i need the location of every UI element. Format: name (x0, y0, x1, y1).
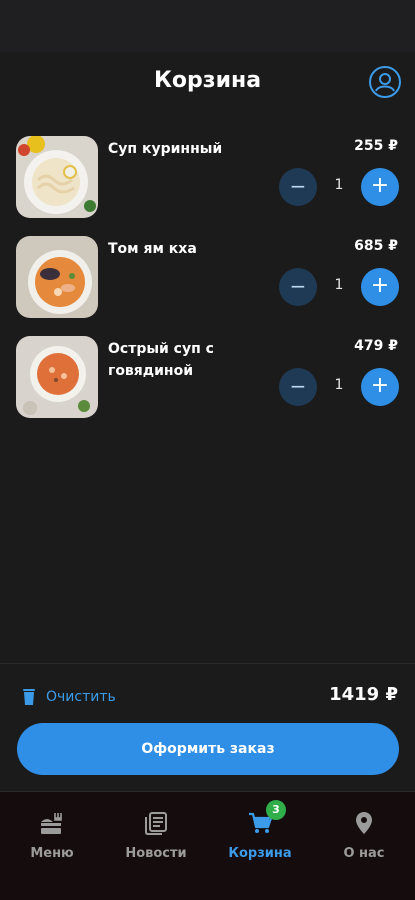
nav-label: Меню (30, 846, 74, 861)
menu-food-icon (41, 813, 62, 834)
increase-button[interactable]: + (361, 368, 399, 406)
decrease-button[interactable]: − (279, 268, 317, 306)
quantity-stepper: − 1 + (279, 268, 399, 306)
cart-item: Суп куринный 255 ₽ − 1 + (0, 132, 415, 232)
quantity-value: 1 (334, 377, 344, 393)
news-icon (145, 812, 167, 835)
cart-item: Том ям кха 685 ₽ − 1 + (0, 232, 415, 332)
cart-summary: Очистить 1419 ₽ Оформить заказ (0, 663, 415, 791)
page-title: Корзина (153, 68, 262, 93)
item-image (16, 136, 98, 218)
item-image (16, 336, 98, 418)
item-price: 255 ₽ (354, 138, 398, 154)
increase-button[interactable]: + (361, 168, 399, 206)
location-pin-icon (356, 812, 372, 834)
checkout-button[interactable]: Оформить заказ (17, 723, 399, 775)
total-price: 1419 ₽ (329, 684, 398, 705)
decrease-button[interactable]: − (279, 168, 317, 206)
clear-cart-label: Очистить (46, 689, 116, 705)
clear-cart-button[interactable]: Очистить (22, 686, 116, 708)
quantity-value: 1 (334, 177, 344, 193)
quantity-stepper: − 1 + (279, 168, 399, 206)
item-name: Суп куринный (108, 141, 223, 157)
item-price: 479 ₽ (354, 338, 398, 354)
nav-label: Корзина (228, 846, 292, 861)
nav-label: О нас (343, 846, 385, 861)
quantity-stepper: − 1 + (279, 368, 399, 406)
cart-count-badge: 3 (266, 800, 286, 820)
nav-item-cart[interactable]: 3 Корзина (208, 800, 312, 861)
nav-label: Новости (125, 846, 187, 861)
increase-button[interactable]: + (361, 268, 399, 306)
cart-item: Острый суп с говядиной 479 ₽ − 1 + (0, 332, 415, 432)
bottom-nav: Меню Новости 3 Корзина О нас (0, 791, 415, 900)
nav-item-about[interactable]: О нас (312, 810, 415, 861)
status-bar (0, 0, 415, 52)
trash-icon (23, 689, 35, 705)
profile-button[interactable] (369, 66, 401, 98)
nav-item-menu[interactable]: Меню (0, 810, 104, 861)
item-image (16, 236, 98, 318)
nav-item-news[interactable]: Новости (104, 810, 208, 861)
user-icon (375, 73, 395, 92)
item-name: Том ям кха (108, 241, 197, 257)
cart-list: Суп куринный 255 ₽ − 1 + Том ям кха 685 … (0, 132, 415, 432)
item-name: Острый суп с говядиной (108, 341, 214, 379)
item-price: 685 ₽ (354, 238, 398, 254)
decrease-button[interactable]: − (279, 368, 317, 406)
header: Корзина (0, 52, 415, 114)
quantity-value: 1 (334, 277, 344, 293)
